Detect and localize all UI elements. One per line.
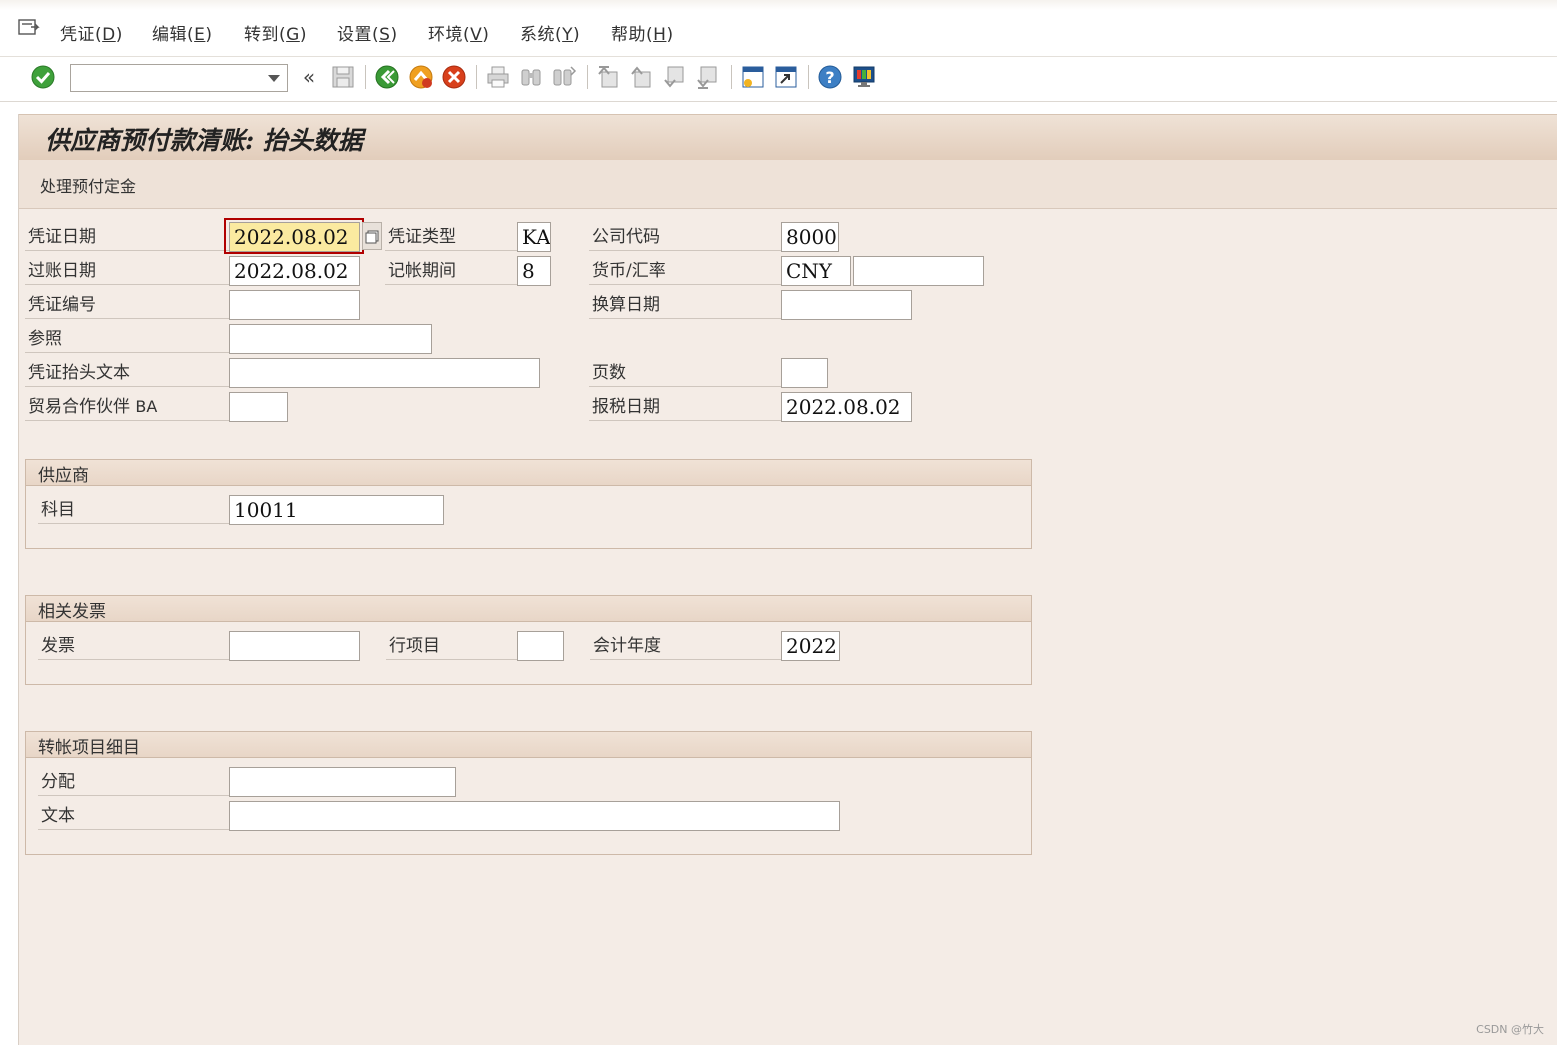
title-bar: 供应商预付款清账: 抬头数据 [19, 114, 1557, 161]
translation-date-label: 换算日期 [589, 289, 781, 319]
cancel-icon[interactable] [441, 64, 467, 90]
fiscal-year-field[interactable]: 2022 [781, 631, 840, 661]
company-code-field[interactable]: 8000 [781, 222, 839, 252]
posting-date-label: 过账日期 [25, 255, 229, 285]
fiscal-year-label: 会计年度 [590, 630, 782, 660]
page-count-field[interactable] [781, 358, 828, 388]
line-item-label: 行项目 [386, 630, 518, 660]
menu-bar: 凭证(D) 编辑(E) 转到(G) 设置(S) 环境(V) 系统(Y) 帮助(H… [0, 0, 1557, 57]
invoice-group: 相关发票 发票 行项目 会计年度 2022 [25, 595, 1032, 685]
currency-field[interactable]: CNY [781, 256, 851, 286]
create-shortcut-icon[interactable] [773, 64, 799, 90]
reference-label: 参照 [25, 323, 229, 353]
customize-layout-icon[interactable] [851, 64, 877, 90]
tax-date-field[interactable]: 2022.08.02 [781, 392, 912, 422]
menu-help[interactable]: 帮助(H) [611, 20, 674, 45]
menu-goto[interactable]: 转到(G) [244, 20, 307, 45]
item-text-label: 文本 [38, 800, 230, 830]
invoice-group-header: 相关发票 [26, 596, 1031, 622]
company-code-label: 公司代码 [589, 221, 781, 251]
transfer-details-group-title: 转帐项目细目 [38, 738, 140, 758]
translation-date-field[interactable] [781, 290, 912, 320]
watermark: CSDN @竹大 [1476, 1023, 1544, 1036]
page-count-label: 页数 [589, 357, 781, 387]
doc-type-field[interactable]: KA [517, 222, 551, 252]
menu-environment[interactable]: 环境(V) [428, 20, 489, 45]
line-item-field[interactable] [517, 631, 564, 661]
last-page-icon[interactable] [695, 64, 721, 90]
transfer-details-group: 转帐项目细目 分配 文本 [25, 731, 1032, 855]
account-label: 科目 [38, 494, 230, 524]
currency-label: 货币/汇率 [589, 255, 781, 285]
invoice-field[interactable] [229, 631, 360, 661]
invoice-group-title: 相关发票 [38, 602, 106, 622]
transfer-details-group-header: 转帐项目细目 [26, 732, 1031, 758]
period-label: 记帐期间 [385, 255, 517, 285]
assignment-label: 分配 [38, 766, 230, 796]
reference-field[interactable] [229, 324, 432, 354]
vendor-group-header: 供应商 [26, 460, 1031, 486]
application-toolbar: 处理预付定金 [19, 160, 1557, 209]
doc-date-field[interactable]: 2022.08.02 [229, 222, 360, 252]
toolbar-separator [731, 65, 732, 89]
create-session-icon[interactable] [740, 64, 766, 90]
trading-partner-field[interactable] [229, 392, 288, 422]
posting-date-field[interactable]: 2022.08.02 [229, 256, 360, 286]
previous-page-icon[interactable] [629, 64, 655, 90]
collapse-command-field-icon[interactable]: « [297, 64, 321, 90]
back-icon[interactable] [374, 64, 400, 90]
header-text-label: 凭证抬头文本 [25, 357, 229, 387]
menu-edit[interactable]: 编辑(E) [152, 20, 213, 45]
vendor-group-title: 供应商 [38, 466, 89, 486]
value-help-icon [365, 230, 379, 244]
exit-icon[interactable] [408, 64, 434, 90]
toolbar-separator [365, 65, 366, 89]
toolbar-separator [808, 65, 809, 89]
header-text-field[interactable] [229, 358, 540, 388]
period-field[interactable]: 8 [517, 256, 551, 286]
command-field[interactable] [70, 64, 288, 92]
invoice-label: 发票 [38, 630, 230, 660]
exchange-rate-field[interactable] [853, 256, 984, 286]
doc-number-field[interactable] [229, 290, 360, 320]
help-icon[interactable]: ? [817, 64, 843, 90]
doc-type-label: 凭证类型 [385, 221, 517, 251]
menu-system[interactable]: 系统(Y) [520, 20, 580, 45]
value-help-button[interactable] [362, 222, 382, 250]
doc-number-label: 凭证编号 [25, 289, 229, 319]
enter-check-icon[interactable] [30, 64, 56, 90]
svg-text:?: ? [825, 68, 834, 87]
toolbar-separator [587, 65, 588, 89]
doc-date-label: 凭证日期 [25, 221, 229, 251]
assignment-field[interactable] [229, 767, 456, 797]
account-field[interactable]: 10011 [229, 495, 444, 525]
process-down-payment-button[interactable]: 处理预付定金 [40, 173, 136, 197]
trading-partner-label: 贸易合作伙伴 BA [25, 391, 229, 421]
menu-settings[interactable]: 设置(S) [337, 20, 398, 45]
work-area: 供应商预付款清账: 抬头数据 处理预付定金 凭证日期 2022.08.02 凭证… [18, 114, 1557, 1045]
print-icon[interactable] [485, 64, 511, 90]
save-icon[interactable] [330, 64, 356, 90]
find-icon[interactable] [518, 64, 544, 90]
next-page-icon[interactable] [662, 64, 688, 90]
toolbar-separator [476, 65, 477, 89]
page-title: 供应商预付款清账: 抬头数据 [45, 126, 363, 155]
tax-date-label: 报税日期 [589, 391, 781, 421]
command-input[interactable] [75, 66, 269, 92]
first-page-icon[interactable] [596, 64, 622, 90]
item-text-field[interactable] [229, 801, 840, 831]
find-next-icon[interactable] [551, 64, 577, 90]
chevron-down-icon[interactable] [268, 75, 280, 82]
menu-icon[interactable] [18, 18, 40, 38]
menu-document[interactable]: 凭证(D) [60, 20, 123, 45]
vendor-group: 供应商 科目 10011 [25, 459, 1032, 549]
